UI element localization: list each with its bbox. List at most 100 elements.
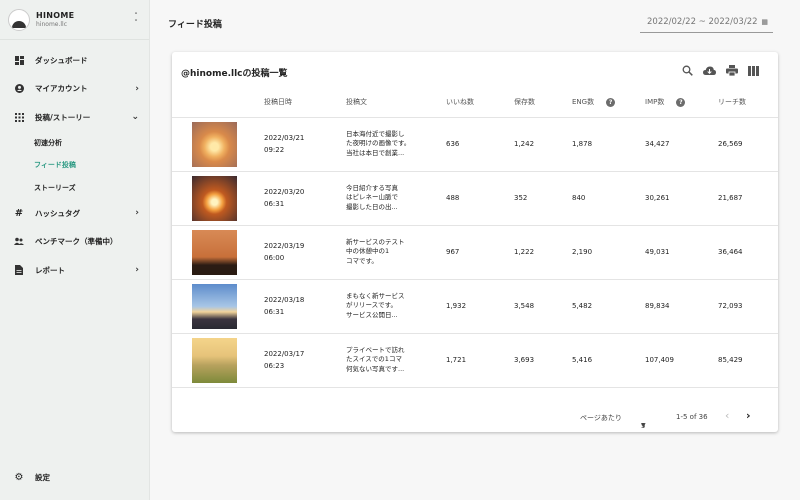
post-thumbnail[interactable]	[192, 337, 237, 383]
sidebar-item-report[interactable]: レポート ›	[0, 256, 149, 285]
help-icon[interactable]: ?	[606, 98, 616, 108]
next-page-button[interactable]: ›	[746, 409, 751, 422]
cell-eng: 840	[572, 171, 645, 226]
cell-date: 2022/03/18 06:31	[264, 279, 346, 334]
sidebar-item-posts-stories[interactable]: 投稿/ストーリー ⌄	[0, 103, 149, 132]
cell-text: 今日紹介する写真 はピレネー山脈で 撮影した日の出...	[346, 171, 446, 226]
posts-table: 投稿日時 投稿文 いいね数 保存数 ENG数? IMP数? リーチ数 2022/…	[172, 88, 778, 388]
table-row[interactable]: 2022/03/20 06:31 今日紹介する写真 はピレネー山脈で 撮影した日の出.…	[172, 171, 778, 226]
post-text-line: サービス公開日...	[346, 310, 398, 319]
brand-name: HINOME	[36, 11, 75, 20]
column-header-image	[172, 88, 264, 118]
post-thumbnail[interactable]	[192, 229, 237, 275]
cell-reach: 21,687	[718, 171, 778, 226]
posts-card: @hinome.llcの投稿一覧 投稿日時 投稿文 いいね数 保存数 ENG数?	[172, 52, 778, 432]
post-time: 09:22	[264, 146, 285, 154]
date-range-picker[interactable]: 2022/02/22 ~ 2022/03/22 ▦	[640, 11, 773, 33]
post-text-line: 当社は本日で創業...	[346, 148, 405, 157]
post-text-line: 何気ない写真です...	[346, 364, 405, 373]
cell-eng: 1,878	[572, 117, 645, 172]
cell-date: 2022/03/17 06:23	[264, 333, 346, 388]
post-thumbnail[interactable]	[192, 175, 237, 221]
table-row[interactable]: 2022/03/17 06:23 プライベートで訪れ たスイスでの1コマ 何気ない写真…	[172, 333, 778, 388]
sidebar-item-label: マイアカウント	[35, 84, 88, 94]
post-text-line: 撮影した日の出...	[346, 202, 398, 211]
cell-imp: 30,261	[645, 171, 718, 226]
cell-saves: 3,548	[514, 279, 572, 334]
column-header-date[interactable]: 投稿日時	[264, 88, 346, 118]
column-header-imp[interactable]: IMP数?	[645, 88, 718, 118]
sidebar-item-label: レポート	[35, 265, 65, 275]
post-date: 2022/03/17	[264, 350, 305, 358]
account-switch-icon[interactable]: ˄ ˅	[131, 12, 141, 27]
sidebar-subitem-initial-analysis[interactable]: 初速分析	[0, 132, 149, 155]
page-title: フィード投稿	[168, 20, 222, 30]
post-text-line: はピレネー山脈で	[346, 193, 398, 202]
post-date: 2022/03/18	[264, 296, 305, 304]
cell-image	[172, 117, 264, 172]
dashboard-icon	[14, 55, 24, 65]
card-title: @hinome.llcの投稿一覧	[181, 69, 288, 79]
cell-reach: 26,569	[718, 117, 778, 172]
grid-icon	[14, 112, 24, 122]
search-icon[interactable]	[681, 64, 694, 77]
table-row[interactable]: 2022/03/18 06:31 まもなく新サービス がリリースです。 サービス公開日…	[172, 279, 778, 334]
sidebar-item-label: ダッシュボード	[35, 55, 88, 65]
column-header-reach[interactable]: リーチ数	[718, 88, 778, 118]
cell-likes: 967	[446, 225, 514, 280]
post-date: 2022/03/21	[264, 134, 305, 142]
sidebar-subitem-stories[interactable]: ストーリーズ	[0, 177, 149, 200]
table-pagination: ページあたり 5 ▼ 1-5 of 36 ‹ ›	[172, 404, 778, 432]
column-header-eng[interactable]: ENG数?	[572, 88, 645, 118]
post-time: 06:00	[264, 254, 285, 262]
post-text-line: 日本海付近で撮影し	[346, 129, 405, 138]
sidebar-item-benchmark[interactable]: ベンチマーク（準備中）	[0, 228, 149, 257]
brand-text: HINOME hinome.llc	[36, 11, 131, 28]
sidebar-item-dashboard[interactable]: ダッシュボード	[0, 46, 149, 75]
sidebar-item-my-account[interactable]: マイアカウント ›	[0, 75, 149, 104]
columns-icon[interactable]	[747, 64, 760, 77]
cell-text: 新サービスのテスト 中の休憩中の1 コマです。	[346, 225, 446, 280]
previous-page-button[interactable]: ‹	[725, 409, 729, 422]
cell-saves: 1,222	[514, 225, 572, 280]
cell-date: 2022/03/21 09:22	[264, 117, 346, 172]
cell-likes: 488	[446, 171, 514, 226]
table-row[interactable]: 2022/03/19 06:00 新サービスのテスト 中の休憩中の1 コマです。 96…	[172, 225, 778, 280]
print-icon[interactable]	[725, 64, 738, 77]
cell-image	[172, 333, 264, 388]
post-text-line: 新サービスのテスト	[346, 237, 405, 246]
table-row[interactable]: 2022/03/21 09:22 日本海付近で撮影し た夜明けの画像です。 当社は本日…	[172, 117, 778, 172]
column-header-imp-label: IMP数	[645, 98, 665, 107]
chevron-down-icon: ⌄	[131, 112, 139, 123]
download-icon[interactable]	[703, 64, 716, 77]
post-text-line: コマです。	[346, 256, 378, 265]
post-thumbnail[interactable]	[192, 121, 237, 167]
post-text-line: 今日紹介する写真	[346, 183, 398, 192]
cell-date: 2022/03/19 06:00	[264, 225, 346, 280]
sidebar-item-settings[interactable]: ⚙ 設定	[0, 472, 149, 483]
cell-date: 2022/03/20 06:31	[264, 171, 346, 226]
post-text-line: プライベートで訪れ	[346, 345, 405, 354]
sidebar-item-hashtag[interactable]: # ハッシュタグ ›	[0, 199, 149, 228]
post-thumbnail[interactable]	[192, 283, 237, 329]
post-text-line: がリリースです。	[346, 301, 398, 310]
chevron-right-icon: ›	[135, 83, 139, 94]
post-text-line: たスイスでの1コマ	[346, 355, 402, 364]
calendar-icon[interactable]: ▦	[761, 18, 768, 26]
post-text-line: 中の休憩中の1	[346, 247, 390, 256]
brand-domain: hinome.llc	[36, 21, 68, 28]
column-header-saves[interactable]: 保存数	[514, 88, 572, 118]
account-icon	[14, 84, 24, 94]
report-icon	[14, 265, 24, 276]
hashtag-icon: #	[14, 207, 24, 219]
cell-text: 日本海付近で撮影し た夜明けの画像です。 当社は本日で創業...	[346, 117, 446, 172]
post-date: 2022/03/19	[264, 242, 305, 250]
cell-likes: 1,721	[446, 333, 514, 388]
cell-imp: 34,427	[645, 117, 718, 172]
brand-header[interactable]: HINOME hinome.llc ˄ ˅	[0, 0, 149, 40]
column-header-likes[interactable]: いいね数	[446, 88, 514, 118]
sidebar-subitem-feed-posts[interactable]: フィード投稿	[0, 154, 149, 177]
chevron-right-icon: ›	[135, 265, 139, 276]
column-header-text[interactable]: 投稿文	[346, 88, 446, 118]
help-icon[interactable]: ?	[676, 98, 686, 108]
